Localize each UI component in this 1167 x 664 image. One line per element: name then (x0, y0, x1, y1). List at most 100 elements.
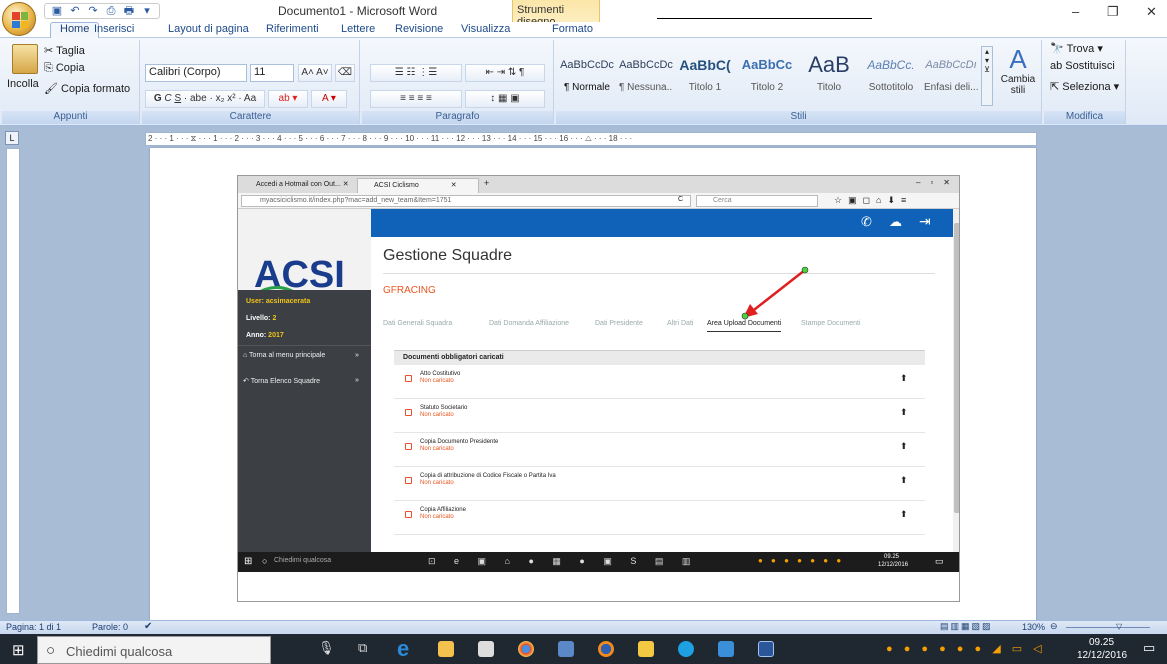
tab-view[interactable]: Visualizza (461, 23, 510, 35)
save-icon[interactable]: ▣ (51, 5, 63, 17)
tab-review[interactable]: Revisione (395, 23, 443, 35)
font-style-buttons[interactable]: G C S · abe · x₂ x² · Aa (145, 90, 265, 108)
office-button[interactable] (2, 2, 36, 36)
vertical-ruler[interactable] (6, 148, 20, 614)
print-preview-icon[interactable]: ⎙ (105, 5, 117, 17)
group-label: Paragrafo (362, 111, 553, 124)
zoom-thumb-icon[interactable]: ▽ (1116, 622, 1122, 631)
close-button[interactable]: ✕ (1146, 4, 1157, 20)
cut-button[interactable]: ✂ Taglia (44, 44, 85, 57)
view-buttons[interactable]: ▤▥▦▧▨ (940, 621, 993, 632)
skype-icon[interactable] (678, 641, 694, 657)
style-no-spacing[interactable]: AaBbCcDc ¶ Nessuna... (619, 48, 673, 104)
font-color-button[interactable]: A ▾ (311, 90, 347, 108)
tab-insert[interactable]: Inserisci (94, 23, 134, 35)
change-styles-button[interactable]: A Cambia stili (1000, 44, 1036, 96)
document-page[interactable]: Accedi a Hotmail con Out... ✕ ACSI Cicli… (150, 148, 1036, 620)
zoom-out-icon[interactable]: ⊖ (1050, 621, 1058, 632)
word-count[interactable]: Parole: 0 (92, 622, 128, 632)
font-size-select[interactable]: 11 (250, 64, 294, 82)
embedded-screenshot[interactable]: Accedi a Hotmail con Out... ✕ ACSI Cicli… (237, 175, 960, 602)
cursor-icon: ⇱ (1050, 81, 1063, 93)
document-title: Documento1 - Microsoft Word (278, 4, 438, 18)
style-heading-1[interactable]: AaBbC(Titolo 1 (678, 48, 732, 104)
microphone-icon[interactable]: 🎙 (318, 640, 335, 656)
paste-icon (12, 44, 38, 74)
style-heading-2[interactable]: AaBbCc Titolo 2 (740, 48, 794, 104)
page-count[interactable]: Pagina: 1 di 1 (6, 622, 61, 632)
copy-button[interactable]: ⎘ Copia (44, 62, 85, 75)
windows-taskbar: ⊞ ○ Chiedimi qualcosa 🎙 ⧉ e ● ● ● ● ● ● … (0, 634, 1167, 664)
task-view-icon[interactable]: ⧉ (358, 640, 367, 656)
tab-selector-icon[interactable]: L (5, 131, 19, 145)
clock-date: 12/12/2016 (1077, 650, 1128, 661)
replace-icon: ab (1050, 60, 1066, 72)
group-font: Calibri (Corpo) 11 A˄ A˅ ⌫ G C S · abe ·… (142, 40, 360, 124)
edge-icon[interactable]: e (397, 636, 409, 662)
zoom-level[interactable]: 130% (1022, 622, 1045, 632)
status-bar: Pagina: 1 di 1 Parole: 0 ✔ ▤▥▦▧▨ 130% ⊖ … (0, 620, 1167, 634)
tab-references[interactable]: Riferimenti (266, 23, 319, 35)
clock-time: 09.25 (1089, 637, 1115, 648)
tab-mailings[interactable]: Lettere (341, 23, 375, 35)
quick-access-toolbar: ▣ ↶ ↷ ⎙ 🖶 ▾ (44, 3, 160, 19)
taskbar-search-box[interactable]: ○ Chiedimi qualcosa (37, 636, 271, 664)
change-styles-icon: A (1009, 44, 1027, 74)
paste-button[interactable]: Incolla (7, 78, 39, 90)
notification-icon[interactable]: ▭ (1143, 640, 1155, 656)
redo-icon[interactable]: ↷ (87, 5, 99, 17)
group-styles: AaBbCcDc ¶ Normale AaBbCcDc ¶ Nessuna... A… (556, 40, 1042, 124)
document-area: L 2 · · · 1 · · · ⧖ · · · 1 · · · 2 · · … (0, 126, 1167, 620)
font-name-select[interactable]: Calibri (Corpo) (145, 64, 247, 82)
style-subtle-emphasis[interactable]: AaBbCcDı Enfasi deli... (924, 48, 978, 104)
firefox-icon[interactable] (598, 641, 614, 657)
list-buttons[interactable]: ☰ ☷ ⋮☰ (370, 64, 462, 82)
proofing-icon[interactable]: ✔ (144, 621, 152, 632)
chrome-icon[interactable] (518, 641, 534, 657)
group-paragraph: ☰ ☷ ⋮☰ ⇤ ⇥ ⇅ ¶ ≡ ≡ ≡ ≡ ↕ ▦ ▣ Paragrafo (362, 40, 554, 124)
style-normal[interactable]: AaBbCcDc ¶ Normale (560, 48, 614, 104)
find-button[interactable]: 🔭 Trova ▾ (1050, 42, 1103, 55)
app-icon[interactable] (558, 641, 574, 657)
file-explorer-icon[interactable] (438, 641, 454, 657)
grow-shrink-font-button[interactable]: A˄ A˅ (298, 64, 332, 82)
annotation-underline (657, 18, 872, 19)
photos-icon[interactable] (638, 641, 654, 657)
group-clipboard: Incolla ✂ Taglia ⎘ Copia 🖌 Copia formato… (2, 40, 140, 124)
styles-scroll-icon[interactable]: ▴ ▾ ⊻ (981, 46, 993, 106)
annotation-arrow (741, 266, 809, 320)
style-title[interactable]: AaB Titolo (802, 48, 856, 104)
outlook-icon[interactable] (718, 641, 734, 657)
style-subtitle[interactable]: AaBbCc. Sottotitolo (864, 48, 918, 104)
customize-chevron-icon[interactable]: ▾ (141, 5, 153, 17)
print-icon[interactable]: 🖶 (123, 5, 135, 17)
clear-format-button[interactable]: ⌫ (335, 64, 355, 82)
tab-home[interactable]: Home (50, 22, 100, 39)
group-label: Carattere (142, 111, 359, 124)
group-editing: 🔭 Trova ▾ ab Sostituisci ⇱ Seleziona ▾ M… (1044, 40, 1126, 124)
copy-icon: ⎘ (44, 62, 56, 74)
spacing-shading-buttons[interactable]: ↕ ▦ ▣ (465, 90, 545, 108)
format-painter-button[interactable]: 🖌 Copia formato (44, 82, 130, 95)
tab-format[interactable]: Formato (552, 23, 593, 35)
tab-page-layout[interactable]: Layout di pagina (168, 23, 249, 35)
minimize-button[interactable]: – (1072, 4, 1079, 19)
windows-start-icon[interactable]: ⊞ (12, 641, 25, 659)
horizontal-ruler[interactable]: 2 · · · 1 · · · ⧖ · · · 1 · · · 2 · · · … (145, 132, 1037, 146)
title-bar: ▣ ↶ ↷ ⎙ 🖶 ▾ Documento1 - Microsoft Word … (0, 0, 1167, 36)
highlight-color-button[interactable]: ab ▾ (268, 90, 308, 108)
zoom-slider[interactable] (1066, 627, 1150, 628)
indent-sort-buttons[interactable]: ⇤ ⇥ ⇅ ¶ (465, 64, 545, 82)
group-label: Stili (556, 111, 1041, 124)
undo-icon[interactable]: ↶ (69, 5, 81, 17)
word-icon[interactable] (758, 641, 774, 657)
tray-icons[interactable]: ● ● ● ● ● ● ◢ ▭ ◁ (886, 642, 1046, 655)
replace-button[interactable]: ab Sostituisci (1050, 60, 1115, 72)
office-logo-icon (12, 12, 28, 28)
select-button[interactable]: ⇱ Seleziona ▾ (1050, 80, 1119, 93)
taskbar-search-placeholder: Chiedimi qualcosa (66, 644, 173, 659)
store-icon[interactable] (478, 641, 494, 657)
restore-button[interactable]: ❐ (1107, 4, 1119, 20)
cortana-icon: ○ (46, 642, 56, 659)
alignment-buttons[interactable]: ≡ ≡ ≡ ≡ (370, 90, 462, 108)
